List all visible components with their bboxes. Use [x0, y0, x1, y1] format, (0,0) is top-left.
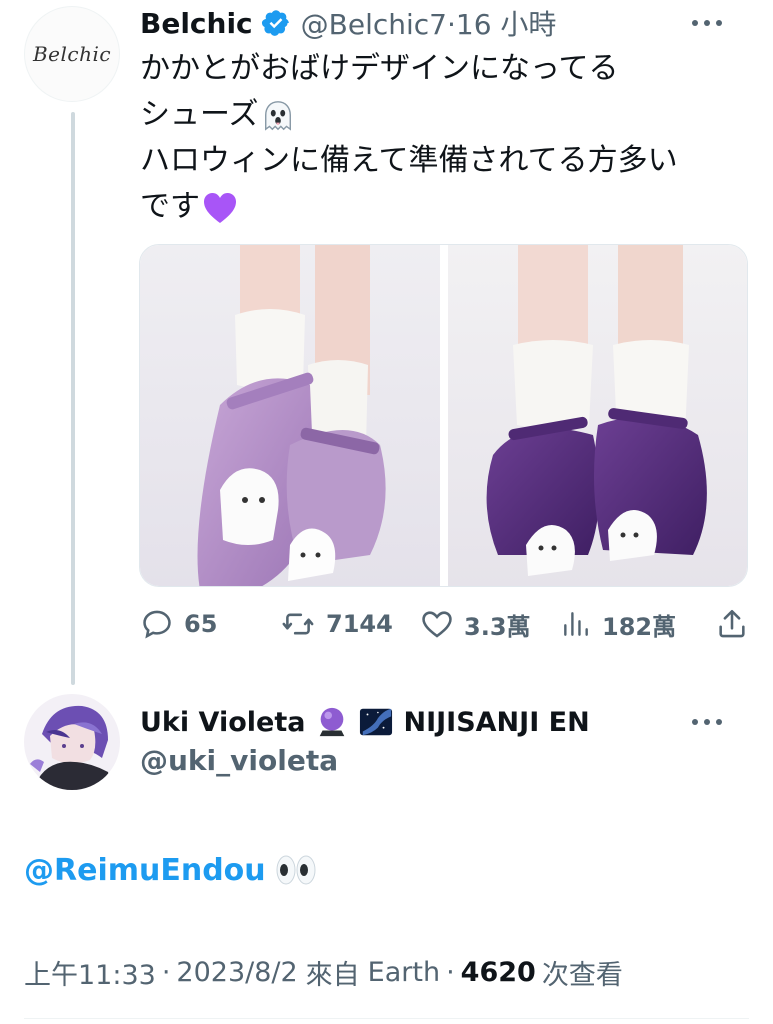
separator-dot: ·: [446, 956, 455, 988]
tweet-line: ハロウィンに備えて準備されてる方多い: [140, 143, 678, 178]
tweet-line: です: [140, 184, 750, 230]
author-name[interactable]: Belchic: [140, 7, 253, 40]
reply-metadata: 上午11:33 · 2023/8/2 來自 Earth · 4620 次查看: [24, 950, 623, 994]
reply-icon: [143, 610, 171, 639]
photo-1[interactable]: [140, 245, 440, 586]
timestamp-relative[interactable]: 16 小時: [456, 8, 557, 41]
separator-dot: ·: [447, 8, 456, 41]
reply-author-handle[interactable]: @uki_violeta: [140, 744, 338, 777]
handle-text: @Belchic7: [300, 8, 447, 41]
view-label: 次查看: [541, 959, 623, 991]
tweet-line-text: です: [140, 189, 200, 224]
like-action[interactable]: 3.3萬: [420, 604, 531, 644]
reply-more-options-icon[interactable]: [692, 712, 722, 732]
reply-body: @ReimuEndou: [24, 848, 318, 892]
view-count: 4620: [460, 956, 536, 988]
milky-way-icon: [360, 708, 393, 736]
retweet-icon: [282, 613, 314, 635]
reply-count: 65: [184, 610, 218, 638]
tweet-actions: 65 7144 3.3萬 182萬: [140, 604, 750, 644]
shoe-photo-lilac: [140, 245, 440, 586]
verified-badge-icon: [261, 10, 289, 36]
retweet-action[interactable]: 7144: [280, 604, 393, 644]
ghost-emoji-icon: [264, 100, 291, 131]
eyes-emoji-icon: [276, 855, 316, 885]
avatar-illustration: [24, 694, 120, 790]
thread-connector: [71, 112, 75, 685]
belchic-avatar[interactable]: Belchic: [24, 6, 120, 102]
share-action[interactable]: [715, 604, 759, 644]
reply-date[interactable]: 2023/8/2: [176, 957, 297, 988]
reply-time[interactable]: 上午11:33: [24, 953, 156, 992]
crystal-ball-icon: [320, 707, 345, 737]
like-count: 3.3萬: [464, 612, 531, 641]
tweet-media[interactable]: [139, 244, 748, 587]
heart-icon: [422, 611, 452, 638]
tweet-line: かかとがおばけデザインになってる: [140, 51, 619, 86]
avatar-logo-text: Belchic: [32, 42, 112, 66]
photo-2[interactable]: [447, 245, 747, 586]
analytics-icon: [564, 612, 588, 636]
source-name: Earth: [367, 956, 441, 988]
shoe-photo-purple: [447, 245, 747, 586]
reply-action[interactable]: 65: [140, 604, 217, 644]
share-icon: [719, 609, 745, 638]
separator-dot: ·: [161, 956, 171, 988]
author-handle[interactable]: @Belchic7·16 小時: [301, 3, 557, 43]
tweet-line-text: シューズ: [140, 97, 259, 132]
mention-link[interactable]: @ReimuEndou: [24, 853, 266, 888]
more-options-icon[interactable]: [692, 13, 722, 33]
source-prefix: 來自: [305, 959, 360, 991]
reply-author-name[interactable]: Uki Violeta: [140, 707, 305, 738]
reply-header: Uki Violeta NIJISANJI EN: [140, 702, 750, 742]
reply-author-suffix[interactable]: NIJISANJI EN: [403, 707, 589, 738]
tweet-line: シューズ: [140, 92, 750, 138]
uki-avatar[interactable]: [24, 694, 120, 790]
views-action[interactable]: 182萬: [560, 604, 676, 644]
retweet-count: 7144: [326, 610, 393, 638]
views-count: 182萬: [602, 612, 677, 641]
bottom-divider: [24, 1018, 749, 1019]
tweet-body: かかとがおばけデザインになってる シューズ ハロウィンに備えて準備されてる方多い…: [140, 46, 750, 230]
tweet-header: Belchic @Belchic7·16 小時: [140, 3, 750, 43]
purple-heart-emoji-icon: [204, 192, 236, 223]
